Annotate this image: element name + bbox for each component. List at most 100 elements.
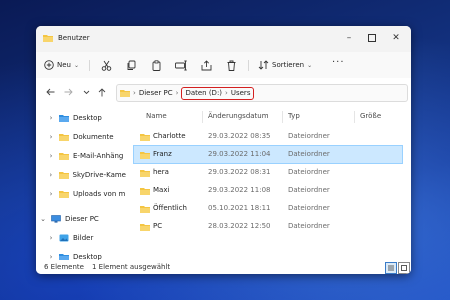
back-button[interactable] bbox=[44, 86, 56, 98]
chevron-down-icon: ⌄ bbox=[40, 214, 46, 223]
title-bar[interactable]: Benutzer – ✕ bbox=[36, 26, 411, 52]
breadcrumb-item-drive[interactable]: Daten (D:) bbox=[185, 89, 222, 97]
file-list: Name Änderungsdatum Typ Größe Charlotte … bbox=[132, 106, 411, 260]
file-date: 05.10.2021 18:11 bbox=[208, 204, 271, 212]
chevron-down-icon bbox=[83, 90, 89, 94]
share-button[interactable] bbox=[199, 58, 213, 72]
selection-count: 1 Element ausgewählt bbox=[92, 263, 171, 271]
chevron-right-icon: › bbox=[133, 89, 136, 97]
new-button[interactable]: Neu ⌄ bbox=[44, 58, 79, 72]
sidebar-item-documents[interactable]: › Dokumente bbox=[36, 127, 126, 146]
sidebar-item-email-attachments[interactable]: › E-Mail-Anhäng bbox=[36, 146, 126, 165]
toolbar-divider bbox=[89, 60, 90, 71]
chevron-right-icon: › bbox=[49, 132, 53, 141]
more-options-button[interactable]: ··· bbox=[332, 57, 345, 68]
file-name: Öffentlich bbox=[153, 204, 187, 212]
tiles-view-button[interactable] bbox=[398, 262, 410, 274]
forward-button[interactable] bbox=[62, 86, 74, 98]
sidebar-item-uploads[interactable]: › Uploads von m bbox=[36, 184, 126, 203]
sidebar-item-label: Dieser PC bbox=[65, 214, 99, 223]
details-view-button[interactable] bbox=[385, 262, 397, 274]
column-header-date[interactable]: Änderungsdatum bbox=[208, 112, 269, 120]
column-header-type[interactable]: Typ bbox=[288, 112, 300, 120]
file-name: PC bbox=[153, 222, 163, 230]
share-icon bbox=[201, 59, 211, 70]
copy-button[interactable] bbox=[124, 58, 138, 72]
minimize-button[interactable]: – bbox=[339, 30, 359, 46]
file-date: 29.03.2022 08:35 bbox=[208, 132, 271, 140]
up-button[interactable] bbox=[96, 86, 108, 98]
list-view-icon bbox=[388, 265, 394, 271]
file-date: 28.03.2022 12:50 bbox=[208, 222, 271, 230]
cut-button[interactable] bbox=[99, 58, 113, 72]
delete-button[interactable] bbox=[224, 58, 238, 72]
column-header-name[interactable]: Name bbox=[146, 112, 167, 120]
arrow-right-icon bbox=[64, 88, 73, 96]
folder-icon bbox=[140, 224, 150, 231]
file-name: Maxi bbox=[153, 186, 170, 194]
file-name: Franz bbox=[153, 150, 172, 158]
tiles-view-icon bbox=[401, 265, 407, 271]
folder-icon bbox=[140, 188, 150, 195]
trash-icon bbox=[227, 60, 235, 71]
recent-locations-button[interactable] bbox=[80, 86, 92, 98]
file-type: Dateiordner bbox=[288, 168, 330, 176]
chevron-right-icon: › bbox=[49, 189, 53, 198]
sidebar-item-label: Bilder bbox=[73, 233, 94, 242]
file-name: hera bbox=[153, 168, 169, 176]
breadcrumb-item-users[interactable]: Users bbox=[231, 89, 251, 97]
maximize-button[interactable] bbox=[362, 30, 382, 46]
address-bar[interactable]: › Dieser PC › Daten (D:) › Users bbox=[116, 84, 408, 102]
list-item[interactable]: Maxi 29.03.2022 11:08 Dateiordner bbox=[134, 182, 402, 199]
pictures-icon bbox=[59, 234, 69, 241]
sidebar-item-label: Dokumente bbox=[73, 132, 114, 141]
list-item[interactable]: Öffentlich 05.10.2021 18:11 Dateiordner bbox=[134, 200, 402, 217]
maximize-icon bbox=[368, 33, 376, 42]
toolbar-divider bbox=[248, 60, 249, 71]
file-type: Dateiordner bbox=[288, 132, 330, 140]
chevron-right-icon: › bbox=[49, 151, 53, 160]
sort-button[interactable]: Sortieren ⌄ bbox=[258, 58, 312, 72]
folder-icon bbox=[140, 152, 150, 159]
chevron-right-icon: › bbox=[225, 89, 228, 97]
folder-icon bbox=[140, 206, 150, 213]
list-item[interactable]: PC 28.03.2022 12:50 Dateiordner bbox=[134, 218, 402, 235]
column-divider[interactable] bbox=[282, 111, 283, 123]
sort-label: Sortieren bbox=[272, 61, 305, 69]
close-button[interactable]: ✕ bbox=[386, 30, 406, 46]
file-type: Dateiordner bbox=[288, 204, 330, 212]
folder-icon bbox=[59, 152, 69, 160]
window-title: Benutzer bbox=[58, 34, 90, 42]
navigation-pane: › Desktop › Dokumente › E-Mail-Anhäng › … bbox=[36, 106, 126, 261]
file-type: Dateiordner bbox=[288, 186, 330, 194]
sidebar-item-pictures[interactable]: › Bilder bbox=[36, 228, 126, 247]
sidebar-item-skydrive[interactable]: › SkyDrive-Kame bbox=[36, 165, 126, 184]
list-item[interactable]: Charlotte 29.03.2022 08:35 Dateiordner bbox=[134, 128, 402, 145]
status-bar: 6 Elemente 1 Element ausgewählt bbox=[36, 260, 411, 274]
highlighted-path: Daten (D:) › Users bbox=[181, 86, 255, 100]
file-name: Charlotte bbox=[153, 132, 186, 140]
file-explorer-window: Benutzer – ✕ Neu ⌄ Sortieren ⌄ ··· › Die… bbox=[36, 26, 411, 274]
column-header-size[interactable]: Größe bbox=[360, 112, 381, 120]
list-item[interactable]: hera 29.03.2022 08:31 Dateiordner bbox=[134, 164, 402, 181]
arrow-left-icon bbox=[45, 88, 54, 96]
navigation-bar: › Dieser PC › Daten (D:) › Users bbox=[36, 78, 411, 106]
rename-button[interactable] bbox=[174, 58, 188, 72]
breadcrumb-item-this-pc[interactable]: Dieser PC bbox=[139, 89, 173, 97]
column-divider[interactable] bbox=[354, 111, 355, 123]
chevron-right-icon: › bbox=[49, 170, 53, 179]
sort-icon bbox=[258, 60, 269, 70]
rename-icon bbox=[175, 60, 187, 70]
sidebar-item-this-pc[interactable]: ⌄ Dieser PC bbox=[36, 209, 126, 228]
file-type: Dateiordner bbox=[288, 150, 330, 158]
folder-icon bbox=[120, 90, 130, 97]
column-divider[interactable] bbox=[202, 111, 203, 123]
paste-button[interactable] bbox=[149, 58, 163, 72]
copy-icon bbox=[127, 60, 135, 70]
sidebar-item-label: E-Mail-Anhäng bbox=[73, 151, 124, 160]
sidebar-item-desktop[interactable]: › Desktop bbox=[36, 108, 126, 127]
file-date: 29.03.2022 11:08 bbox=[208, 186, 271, 194]
file-date: 29.03.2022 11:04 bbox=[208, 150, 271, 158]
plus-circle-icon bbox=[44, 60, 54, 70]
list-item-selected[interactable]: Franz 29.03.2022 11:04 Dateiordner bbox=[133, 145, 403, 164]
